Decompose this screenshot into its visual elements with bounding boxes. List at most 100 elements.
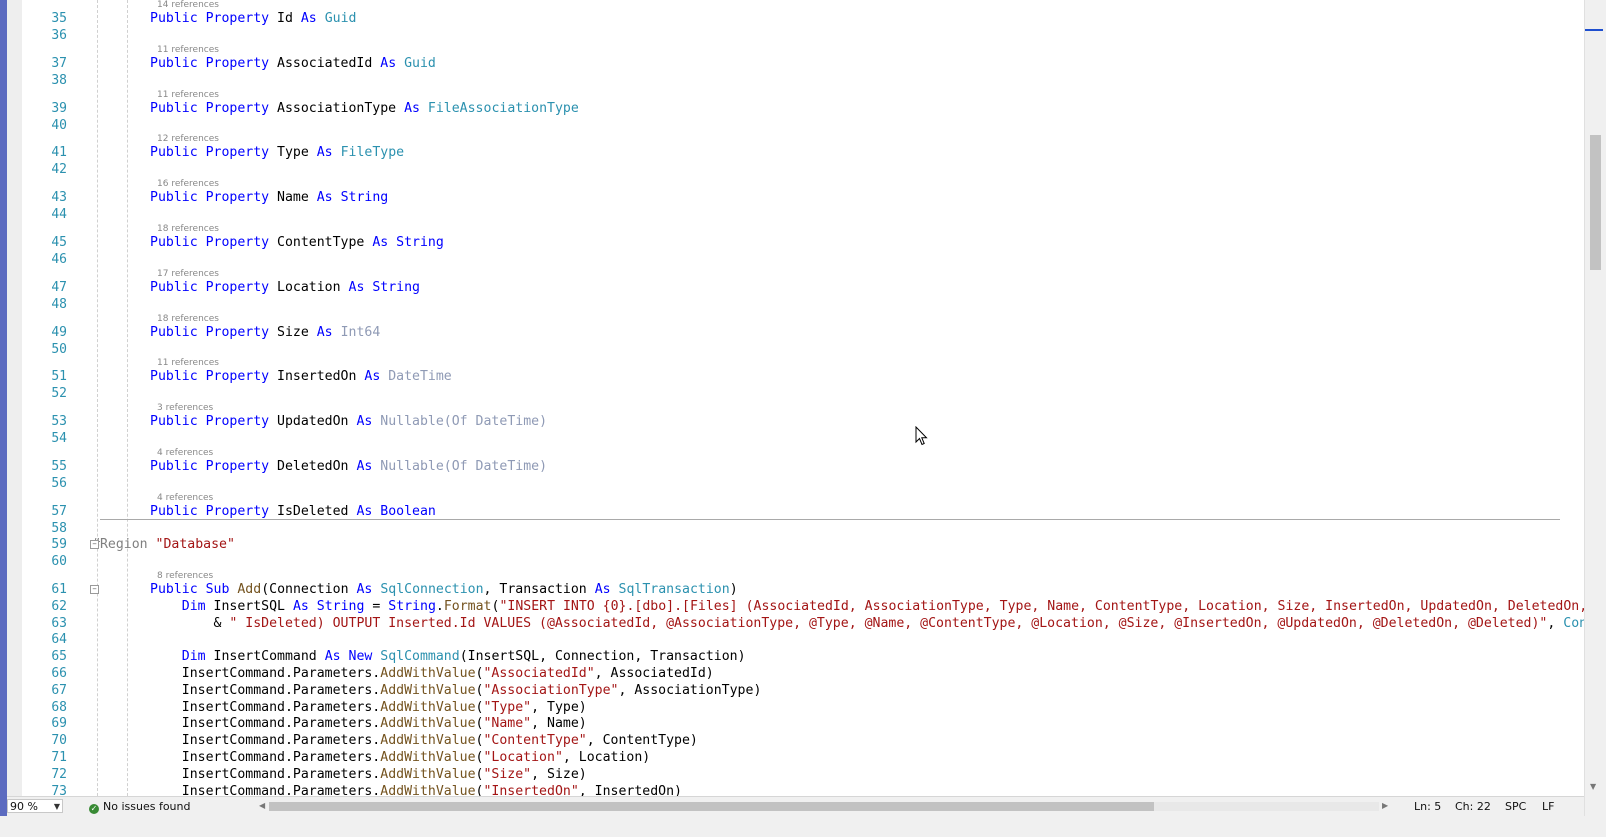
code-line[interactable]: 62 Dim InsertSQL As String = String.Form… bbox=[22, 598, 1584, 615]
code-line[interactable]: 53 Public Property UpdatedOn As Nullable(… bbox=[22, 413, 1582, 430]
code-lens-references[interactable]: 16 references bbox=[157, 179, 219, 189]
code-token: As bbox=[300, 11, 317, 26]
line-number: 38 bbox=[51, 72, 67, 88]
issues-indicator[interactable]: ✓ No issues found bbox=[89, 800, 190, 814]
code-line[interactable]: 50 bbox=[22, 341, 1582, 358]
code-line[interactable]: 49 Public Property Size As Int64 bbox=[22, 324, 1582, 341]
code-lens-references[interactable]: 4 references bbox=[157, 493, 213, 503]
code-line[interactable]: 42 bbox=[22, 161, 1582, 178]
code-token: InsertSQL bbox=[205, 598, 293, 614]
line-number: 45 bbox=[51, 235, 67, 250]
scroll-right-icon[interactable]: ▶ bbox=[1382, 801, 1388, 810]
code-line[interactable]: 47 Public Property Location As String bbox=[22, 279, 1582, 296]
zoom-dropdown[interactable]: 90 % ▼ bbox=[7, 799, 63, 813]
code-lens-references[interactable]: 14 references bbox=[157, 0, 219, 10]
code-line[interactable]: 46 bbox=[22, 251, 1582, 268]
code-token: String bbox=[316, 598, 365, 614]
code-text: InsertCommand.Parameters.AddWithValue("C… bbox=[150, 732, 698, 749]
code-line[interactable]: 58 bbox=[22, 520, 1582, 537]
code-token: "Database" bbox=[155, 537, 235, 552]
code-line[interactable]: 36 bbox=[22, 27, 1582, 44]
chevron-down-icon[interactable]: ▼ bbox=[54, 800, 60, 814]
code-line[interactable]: 72 InsertCommand.Parameters.AddWithValue… bbox=[22, 766, 1582, 783]
code-line[interactable]: 37 Public Property AssociatedId As Guid bbox=[22, 55, 1582, 72]
code-token: UpdatedOn bbox=[269, 414, 357, 430]
mouse-pointer-icon bbox=[915, 426, 928, 446]
code-editor[interactable]: 14 references 35 Public Property Id As Gui… bbox=[7, 0, 1584, 816]
code-token: String bbox=[340, 190, 389, 206]
code-line[interactable]: 63 & " IsDeleted) OUTPUT Inserted.Id VAL… bbox=[22, 615, 1584, 632]
code-token: Public Property bbox=[150, 11, 270, 26]
code-token: Public Property bbox=[150, 100, 270, 116]
code-line[interactable]: 45 Public Property ContentType As String bbox=[22, 234, 1582, 251]
code-line[interactable]: 59 #Region "Database" bbox=[22, 536, 1582, 553]
code-line[interactable]: 66 InsertCommand.Parameters.AddWithValue… bbox=[22, 665, 1582, 682]
collapse-region-icon[interactable]: − bbox=[90, 585, 99, 594]
code-token: As bbox=[348, 279, 365, 295]
code-line[interactable]: 39 Public Property AssociationType As Fil… bbox=[22, 100, 1582, 117]
code-token: As bbox=[292, 598, 309, 614]
column-indicator[interactable]: Ch: 22 bbox=[1455, 800, 1491, 813]
code-token: , AssociationType) bbox=[618, 682, 762, 698]
code-line[interactable]: 41 Public Property Type As FileType bbox=[22, 144, 1582, 161]
code-token: InsertCommand.Parameters. bbox=[150, 733, 381, 749]
code-token: " IsDeleted) OUTPUT Inserted.Id VALUES (… bbox=[229, 615, 1548, 631]
code-line[interactable]: 60 bbox=[22, 553, 1582, 570]
code-text: Public Property Name As String bbox=[150, 189, 388, 206]
code-lens-references[interactable]: 18 references bbox=[157, 314, 219, 324]
code-line[interactable]: 48 bbox=[22, 296, 1582, 313]
code-line[interactable]: 55 Public Property DeletedOn As Nullable(… bbox=[22, 458, 1582, 475]
code-lines[interactable]: 14 references 35 Public Property Id As Gui… bbox=[22, 0, 1584, 816]
code-lens-references[interactable]: 12 references bbox=[157, 134, 219, 144]
code-line[interactable]: 67 InsertCommand.Parameters.AddWithValue… bbox=[22, 682, 1582, 699]
line-ending-indicator[interactable]: LF bbox=[1542, 800, 1554, 813]
code-lens-references[interactable]: 11 references bbox=[157, 358, 219, 368]
code-line[interactable]: 64 bbox=[22, 631, 1582, 648]
horizontal-scroll-thumb[interactable] bbox=[269, 802, 1154, 811]
line-number-indicator[interactable]: Ln: 5 bbox=[1414, 800, 1441, 813]
code-lens-references[interactable]: 18 references bbox=[157, 224, 219, 234]
line-number: 68 bbox=[51, 699, 67, 715]
code-line[interactable]: 57 Public Property IsDeleted As Boolean bbox=[22, 503, 1582, 520]
code-token: As bbox=[316, 190, 333, 206]
code-token: SqlCommand bbox=[380, 649, 460, 665]
vertical-scrollbar[interactable]: ▼ bbox=[1584, 0, 1606, 837]
code-lens-references[interactable]: 11 references bbox=[157, 90, 219, 100]
code-token: Nullable(Of DateTime) bbox=[380, 459, 548, 474]
line-number: 41 bbox=[51, 145, 67, 161]
vertical-scroll-thumb[interactable] bbox=[1590, 135, 1601, 270]
code-line[interactable]: 65 Dim InsertCommand As New SqlCommand(I… bbox=[22, 648, 1582, 665]
scroll-left-icon[interactable]: ◀ bbox=[259, 801, 265, 810]
collapse-region-icon[interactable]: − bbox=[90, 540, 99, 549]
code-lens-references[interactable]: 8 references bbox=[157, 571, 213, 581]
code-text: InsertCommand.Parameters.AddWithValue("S… bbox=[150, 766, 587, 783]
code-line[interactable]: 40 bbox=[22, 117, 1582, 134]
code-line[interactable]: 43 Public Property Name As String bbox=[22, 189, 1582, 206]
code-line[interactable]: 61 Public Sub Add(Connection As SqlConnec… bbox=[22, 581, 1582, 598]
code-line[interactable]: 35 Public Property Id As Guid bbox=[22, 10, 1582, 27]
scroll-down-icon[interactable]: ▼ bbox=[1590, 782, 1596, 791]
code-line[interactable]: 68 InsertCommand.Parameters.AddWithValue… bbox=[22, 699, 1582, 716]
code-lens-references[interactable]: 3 references bbox=[157, 403, 213, 413]
code-line[interactable]: 52 bbox=[22, 385, 1582, 402]
code-line[interactable]: 38 bbox=[22, 72, 1582, 89]
code-token: , Size) bbox=[531, 766, 587, 782]
horizontal-scrollbar[interactable] bbox=[269, 802, 1379, 811]
code-line[interactable]: 71 InsertCommand.Parameters.AddWithValue… bbox=[22, 749, 1582, 766]
code-lens-references[interactable]: 17 references bbox=[157, 269, 219, 279]
code-lens-references[interactable]: 4 references bbox=[157, 448, 213, 458]
code-line[interactable]: 69 InsertCommand.Parameters.AddWithValue… bbox=[22, 715, 1582, 732]
code-line[interactable]: 44 bbox=[22, 206, 1582, 223]
code-lens-references[interactable]: 11 references bbox=[157, 45, 219, 55]
code-line[interactable]: 51 Public Property InsertedOn As DateTime bbox=[22, 368, 1582, 385]
code-token: "Name" bbox=[483, 716, 532, 732]
code-line[interactable]: 54 bbox=[22, 430, 1582, 447]
code-token: "AssociatedId" bbox=[483, 666, 595, 681]
editor-status-bar: 90 % ▼ ✓ No issues found ◀ ▶ Ln: 5 Ch: 22… bbox=[7, 796, 1584, 817]
code-line[interactable]: 70 InsertCommand.Parameters.AddWithValue… bbox=[22, 732, 1582, 749]
spacing-indicator[interactable]: SPC bbox=[1505, 800, 1526, 813]
code-line[interactable]: 56 bbox=[22, 475, 1582, 492]
